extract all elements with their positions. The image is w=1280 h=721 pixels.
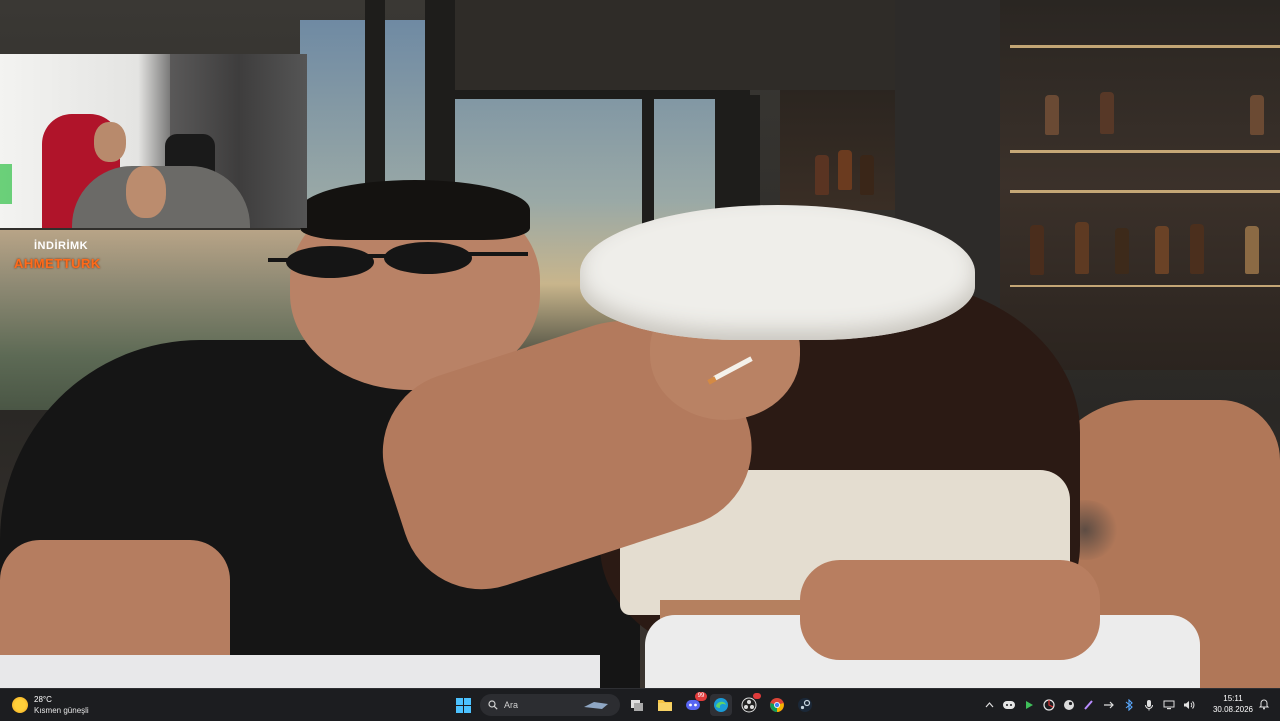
play-icon[interactable]	[1022, 698, 1036, 712]
chevron-up-icon[interactable]	[982, 698, 996, 712]
shelf-light	[1010, 45, 1280, 48]
weather-widget[interactable]: 28°C Kısmen güneşli	[12, 693, 89, 717]
weather-text: 28°C Kısmen güneşli	[34, 694, 89, 716]
bottle	[1250, 95, 1264, 135]
taskbar: 28°C Kısmen güneşli Ara 99 15:11 30.08.2…	[0, 688, 1280, 721]
arrow-icon[interactable]	[1102, 698, 1116, 712]
bottle	[1075, 222, 1089, 274]
volume-icon[interactable]	[1182, 698, 1196, 712]
bar-shelves-small	[780, 90, 895, 210]
discord-tray-icon[interactable]	[1002, 698, 1016, 712]
sunglasses	[268, 242, 528, 278]
obs-icon[interactable]	[738, 693, 761, 716]
brush-icon[interactable]	[1082, 698, 1096, 712]
bottle	[1190, 224, 1204, 274]
man-hair	[300, 180, 530, 240]
taskbar-search[interactable]: Ara	[480, 694, 620, 716]
search-highlight-icon	[584, 702, 608, 709]
webcam-person-seated-head	[126, 166, 166, 218]
webcam-person-standing-head	[94, 122, 126, 162]
chrome-icon[interactable]	[766, 694, 788, 716]
bottle	[1115, 228, 1129, 274]
discord-icon[interactable]: 99	[682, 692, 707, 716]
window-frame	[365, 0, 385, 190]
shelf-light	[1010, 150, 1280, 153]
bottle	[838, 150, 852, 190]
sun-cloud-icon	[12, 697, 28, 713]
file-explorer-icon[interactable]	[654, 694, 676, 716]
obs-badge	[753, 693, 761, 699]
bottle	[1045, 95, 1059, 135]
clock-time: 15:11	[1223, 694, 1243, 703]
network-icon[interactable]	[1162, 698, 1176, 712]
stream-overlay-name: AHMETTURK	[14, 256, 101, 271]
nvidia-icon[interactable]	[1042, 698, 1056, 712]
webcam-overlay	[0, 54, 307, 228]
bottle	[1030, 225, 1044, 275]
weather-temperature: 28°C	[34, 695, 52, 704]
steam-tray-icon[interactable]	[1062, 698, 1076, 712]
weather-condition: Kısmen güneşli	[34, 706, 89, 715]
task-view-icon[interactable]	[626, 694, 648, 716]
search-placeholder: Ara	[504, 700, 519, 710]
man-shorts	[0, 655, 600, 688]
shelf-light	[1010, 190, 1280, 193]
bottle	[860, 155, 874, 195]
windows-start-icon[interactable]	[452, 694, 474, 716]
bottle	[1245, 226, 1259, 274]
bluetooth-icon[interactable]	[1122, 698, 1136, 712]
clock-date: 30.08.2026	[1212, 705, 1254, 714]
bottle	[1155, 226, 1169, 274]
shelf-light	[1010, 285, 1280, 287]
microphone-icon[interactable]	[1142, 698, 1156, 712]
search-icon	[488, 700, 498, 710]
discord-badge: 99	[695, 692, 707, 701]
man-hand	[800, 560, 1100, 660]
stream-overlay-label: İNDİRİMK	[34, 240, 89, 252]
edge-icon[interactable]	[710, 694, 732, 716]
taskbar-center: Ara 99	[452, 692, 816, 717]
notification-bell-icon[interactable]	[1258, 698, 1270, 710]
fur-hat	[580, 205, 975, 340]
bottle	[1100, 92, 1114, 134]
webcam-green-light	[0, 164, 12, 204]
bottle	[815, 155, 829, 195]
bar-shelves	[1000, 0, 1280, 370]
steam-icon[interactable]	[794, 694, 816, 716]
taskbar-clock[interactable]: 15:11 30.08.2026	[1208, 693, 1258, 715]
system-tray	[982, 695, 1196, 715]
ceiling	[455, 0, 895, 90]
